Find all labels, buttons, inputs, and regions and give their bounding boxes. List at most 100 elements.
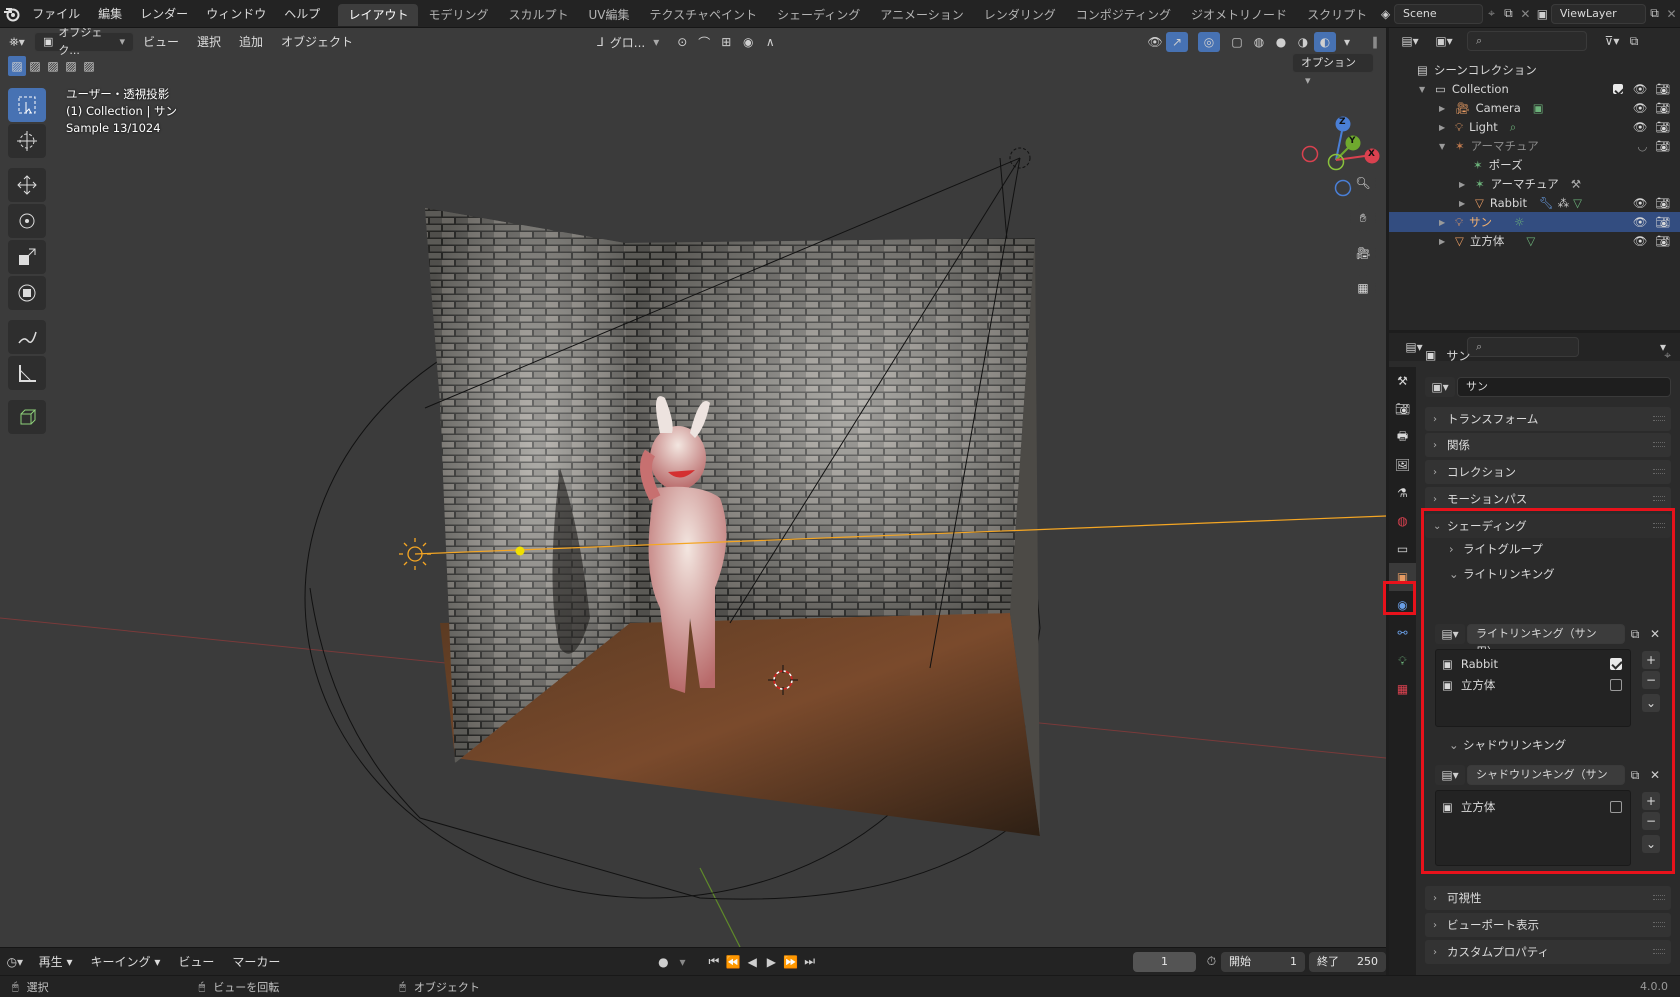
drag-grip-icon[interactable] (1653, 895, 1665, 900)
expand-right-icon[interactable]: ▶ (1439, 104, 1449, 113)
annotate-tool[interactable] (8, 320, 46, 354)
menu-select[interactable]: 選択 (188, 29, 230, 55)
outliner-row-camera[interactable]: ▶ 🎥︎ Camera ▣ 👁︎ 📷︎ (1389, 98, 1680, 118)
eye-icon[interactable]: 👁︎ (1633, 215, 1648, 229)
tool-tab-icon[interactable]: ⚒ (1389, 367, 1416, 395)
auto-keying-icon[interactable]: ● (654, 952, 673, 972)
outliner-root[interactable]: ▤ シーンコレクション (1389, 60, 1680, 80)
next-keyframe-icon[interactable]: ⏩ (781, 952, 800, 972)
expand-right-icon[interactable]: ▶ (1459, 199, 1469, 208)
drag-grip-icon[interactable] (1653, 469, 1665, 474)
cursor-tool[interactable] (8, 124, 46, 158)
menu-file[interactable]: ファイル (23, 0, 89, 28)
timeline-view-menu[interactable]: ビュー (169, 949, 223, 975)
falloff-icon[interactable]: ∧ (759, 32, 781, 52)
visibility-selector-icon[interactable]: 👁 (1144, 32, 1166, 52)
gizmo-x-label[interactable]: X (1368, 149, 1375, 159)
tab-animation[interactable]: アニメーション (870, 4, 974, 26)
delete-view-layer-icon[interactable]: ✕ (1663, 4, 1680, 24)
overlay-toggle-icon[interactable]: ◎ (1198, 32, 1220, 52)
select-new-icon[interactable]: ▨ (8, 56, 26, 76)
menu-edit[interactable]: 編集 (89, 0, 131, 28)
gizmo-y-label[interactable]: Y (1349, 136, 1356, 146)
expand-right-icon[interactable]: ▶ (1459, 180, 1469, 189)
new-collection-icon[interactable]: ⧉ (1623, 31, 1645, 51)
drag-grip-icon[interactable] (1653, 922, 1665, 927)
scale-tool[interactable] (8, 240, 46, 274)
scene-tab-icon[interactable]: ⚗ (1389, 479, 1416, 507)
jump-start-icon[interactable]: ⏮ (704, 952, 723, 972)
solid-shading-icon[interactable]: ● (1270, 32, 1292, 52)
view-layer-icon[interactable]: ▣ (1534, 4, 1551, 24)
render-camera-icon[interactable]: 📷︎ (1655, 82, 1670, 96)
drag-grip-icon[interactable] (1653, 442, 1665, 447)
scene-name-field[interactable]: Scene (1394, 3, 1484, 24)
menu-render[interactable]: レンダー (131, 0, 197, 28)
marker-menu[interactable]: マーカー (223, 949, 289, 975)
collection-exclude-checkbox[interactable] (1612, 84, 1623, 94)
render-camera-icon[interactable]: 📷︎ (1655, 139, 1670, 153)
expand-right-icon[interactable]: ▶ (1439, 218, 1449, 227)
render-tab-icon[interactable]: 📷︎ (1389, 395, 1416, 423)
jump-end-icon[interactable]: ⏭ (800, 952, 819, 972)
transform-tool[interactable] (8, 276, 46, 310)
3d-viewport[interactable]: Z Y X ⛯▾ ▣ オブジェク... ▾ ビュー 選択 追加 オブジェクト ⅃… (0, 28, 1386, 947)
object-type-icon[interactable]: ▣▾ (1425, 377, 1455, 397)
select-subtract-icon[interactable]: ▨ (44, 56, 62, 76)
drag-grip-icon[interactable] (1653, 496, 1665, 501)
scene-selector-icon[interactable]: ◈ (1377, 4, 1394, 24)
select-box-tool[interactable] (8, 88, 46, 122)
menu-add[interactable]: 追加 (230, 29, 272, 55)
outliner-row-sun[interactable]: ▶ 💡︎ サン ☼ 👁︎ 📷︎ (1389, 212, 1680, 232)
render-camera-icon[interactable]: 📷︎ (1655, 196, 1670, 210)
world-tab-icon[interactable]: ◍ (1389, 507, 1416, 535)
chevron-down-icon[interactable]: ▾ (1336, 32, 1358, 52)
blender-logo-icon[interactable] (0, 4, 23, 24)
outliner-row-collection[interactable]: ▼ ▭ Collection 👁︎ 📷︎ (1389, 79, 1680, 99)
eye-hidden-icon[interactable]: ◡ (1637, 139, 1647, 153)
rotate-tool[interactable] (8, 204, 46, 238)
expand-right-icon[interactable]: ▶ (1439, 123, 1449, 132)
render-camera-icon[interactable]: 📷︎ (1655, 101, 1670, 115)
drag-grip-icon[interactable] (1653, 949, 1665, 954)
start-frame-field[interactable]: 開始 1 (1220, 951, 1305, 972)
camera-view-icon[interactable]: 🎥︎ (1350, 240, 1376, 266)
view-layer-field[interactable]: ViewLayer (1550, 3, 1647, 24)
gizmo-z-label[interactable]: Z (1339, 117, 1346, 127)
options-button[interactable]: オプション ▾ (1292, 53, 1374, 87)
outliner-row-cube[interactable]: ▶ ▽ 立方体 ▽ 👁︎ 📷︎ (1389, 231, 1680, 251)
tab-sculpt[interactable]: スカルプト (499, 4, 579, 26)
texture-tab-icon[interactable]: ▦ (1389, 675, 1416, 703)
outliner-row-pose[interactable]: ✶ ポーズ (1389, 155, 1680, 175)
stopwatch-icon[interactable]: ⏱ (1202, 952, 1221, 972)
render-camera-icon[interactable]: 📷︎ (1655, 120, 1670, 134)
outliner-row-armature[interactable]: ▼ ✶ アーマチュア ◡ 📷︎ (1389, 136, 1680, 156)
chevron-down-icon[interactable]: ▾ (673, 952, 692, 972)
output-tab-icon[interactable]: 🖶 (1389, 423, 1416, 451)
new-scene-icon[interactable]: ⧉ (1500, 4, 1517, 24)
pin-scene-icon[interactable]: ⌖ (1483, 4, 1500, 24)
playback-menu[interactable]: 再生 ▾ (30, 949, 82, 975)
drag-grip-icon[interactable] (1653, 416, 1665, 421)
expand-right-icon[interactable]: ▶ (1439, 237, 1449, 246)
new-view-layer-icon[interactable]: ⧉ (1646, 4, 1663, 24)
rendered-shading-icon[interactable]: ◐ (1314, 32, 1336, 52)
tab-shading[interactable]: シェーディング (767, 4, 870, 26)
tab-scripting[interactable]: スクリプト (1297, 4, 1377, 26)
eye-icon[interactable]: 👁︎ (1633, 234, 1648, 248)
panel-custom-properties[interactable]: › カスタムプロパティ (1425, 940, 1671, 964)
outliner-row-armature-data[interactable]: ▶ ✶ アーマチュア ⚒ (1389, 174, 1680, 194)
view-layer-tab-icon[interactable]: 🖼︎ (1389, 451, 1416, 479)
play-icon[interactable]: ▶ (762, 952, 781, 972)
tab-layout[interactable]: レイアウト (338, 4, 419, 26)
constraints-tab-icon[interactable]: ⚯ (1389, 619, 1416, 647)
measure-tool[interactable] (8, 356, 46, 390)
pin-icon[interactable]: ⌖ (1664, 348, 1671, 363)
display-mode-icon[interactable]: ▣▾ (1427, 31, 1461, 51)
panel-viewport-display[interactable]: › ビューポート表示 (1425, 913, 1671, 937)
eye-icon[interactable]: 👁︎ (1633, 196, 1648, 210)
select-intersect-icon[interactable]: ▨ (80, 56, 98, 76)
object-name-field[interactable]: サン (1457, 377, 1671, 397)
proportional-edit-icon[interactable]: ◉ (737, 32, 759, 52)
expand-down-icon[interactable]: ▼ (1419, 85, 1429, 94)
